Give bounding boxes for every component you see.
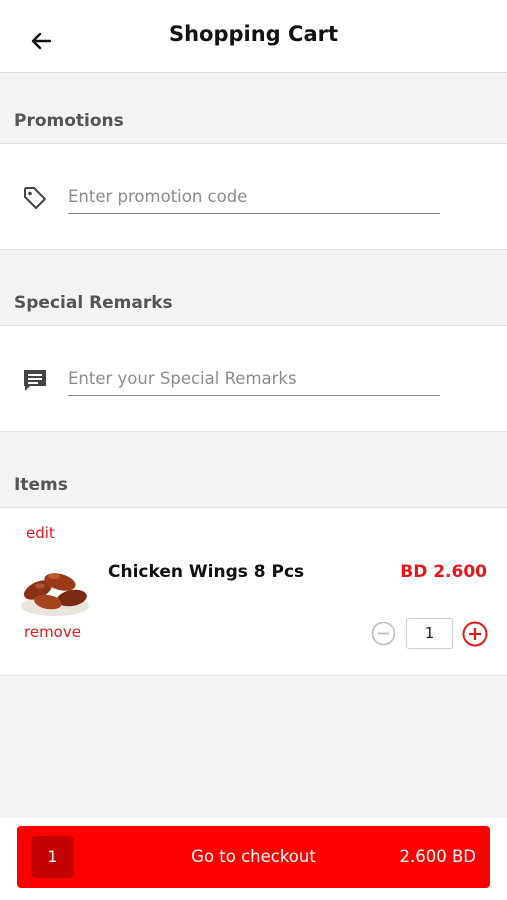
plus-circle-icon[interactable] (462, 621, 488, 647)
special-remarks-heading: Special Remarks (14, 293, 173, 313)
item-name: Chicken Wings 8 Pcs (108, 562, 305, 582)
items-heading: Items (14, 475, 68, 495)
message-icon (24, 370, 46, 391)
page-title: Shopping Cart (168, 22, 339, 46)
cart-item: edit remove Chicken Wings 8 Pcs BD 2.600… (0, 507, 507, 676)
item-price: BD 2.600 (400, 562, 487, 582)
checkout-button[interactable]: 1 Go to checkout 2.600 BD (17, 826, 490, 888)
checkout-total: 2.600 BD (399, 847, 476, 866)
edit-item-link[interactable]: edit (26, 524, 55, 542)
remove-item-link[interactable]: remove (24, 623, 81, 641)
special-remarks-input[interactable] (68, 362, 440, 396)
chicken-wings-image (20, 556, 90, 618)
promotions-card (0, 143, 507, 250)
checkout-bar: 1 Go to checkout 2.600 BD (0, 818, 507, 900)
quantity-field[interactable]: 1 (406, 618, 453, 649)
promotion-code-input[interactable] (68, 180, 440, 214)
special-remarks-card (0, 325, 507, 432)
top-app-bar: Shopping Cart (0, 0, 507, 73)
minus-circle-icon[interactable] (371, 621, 396, 646)
tag-icon (24, 187, 46, 209)
promotions-heading: Promotions (14, 111, 124, 131)
